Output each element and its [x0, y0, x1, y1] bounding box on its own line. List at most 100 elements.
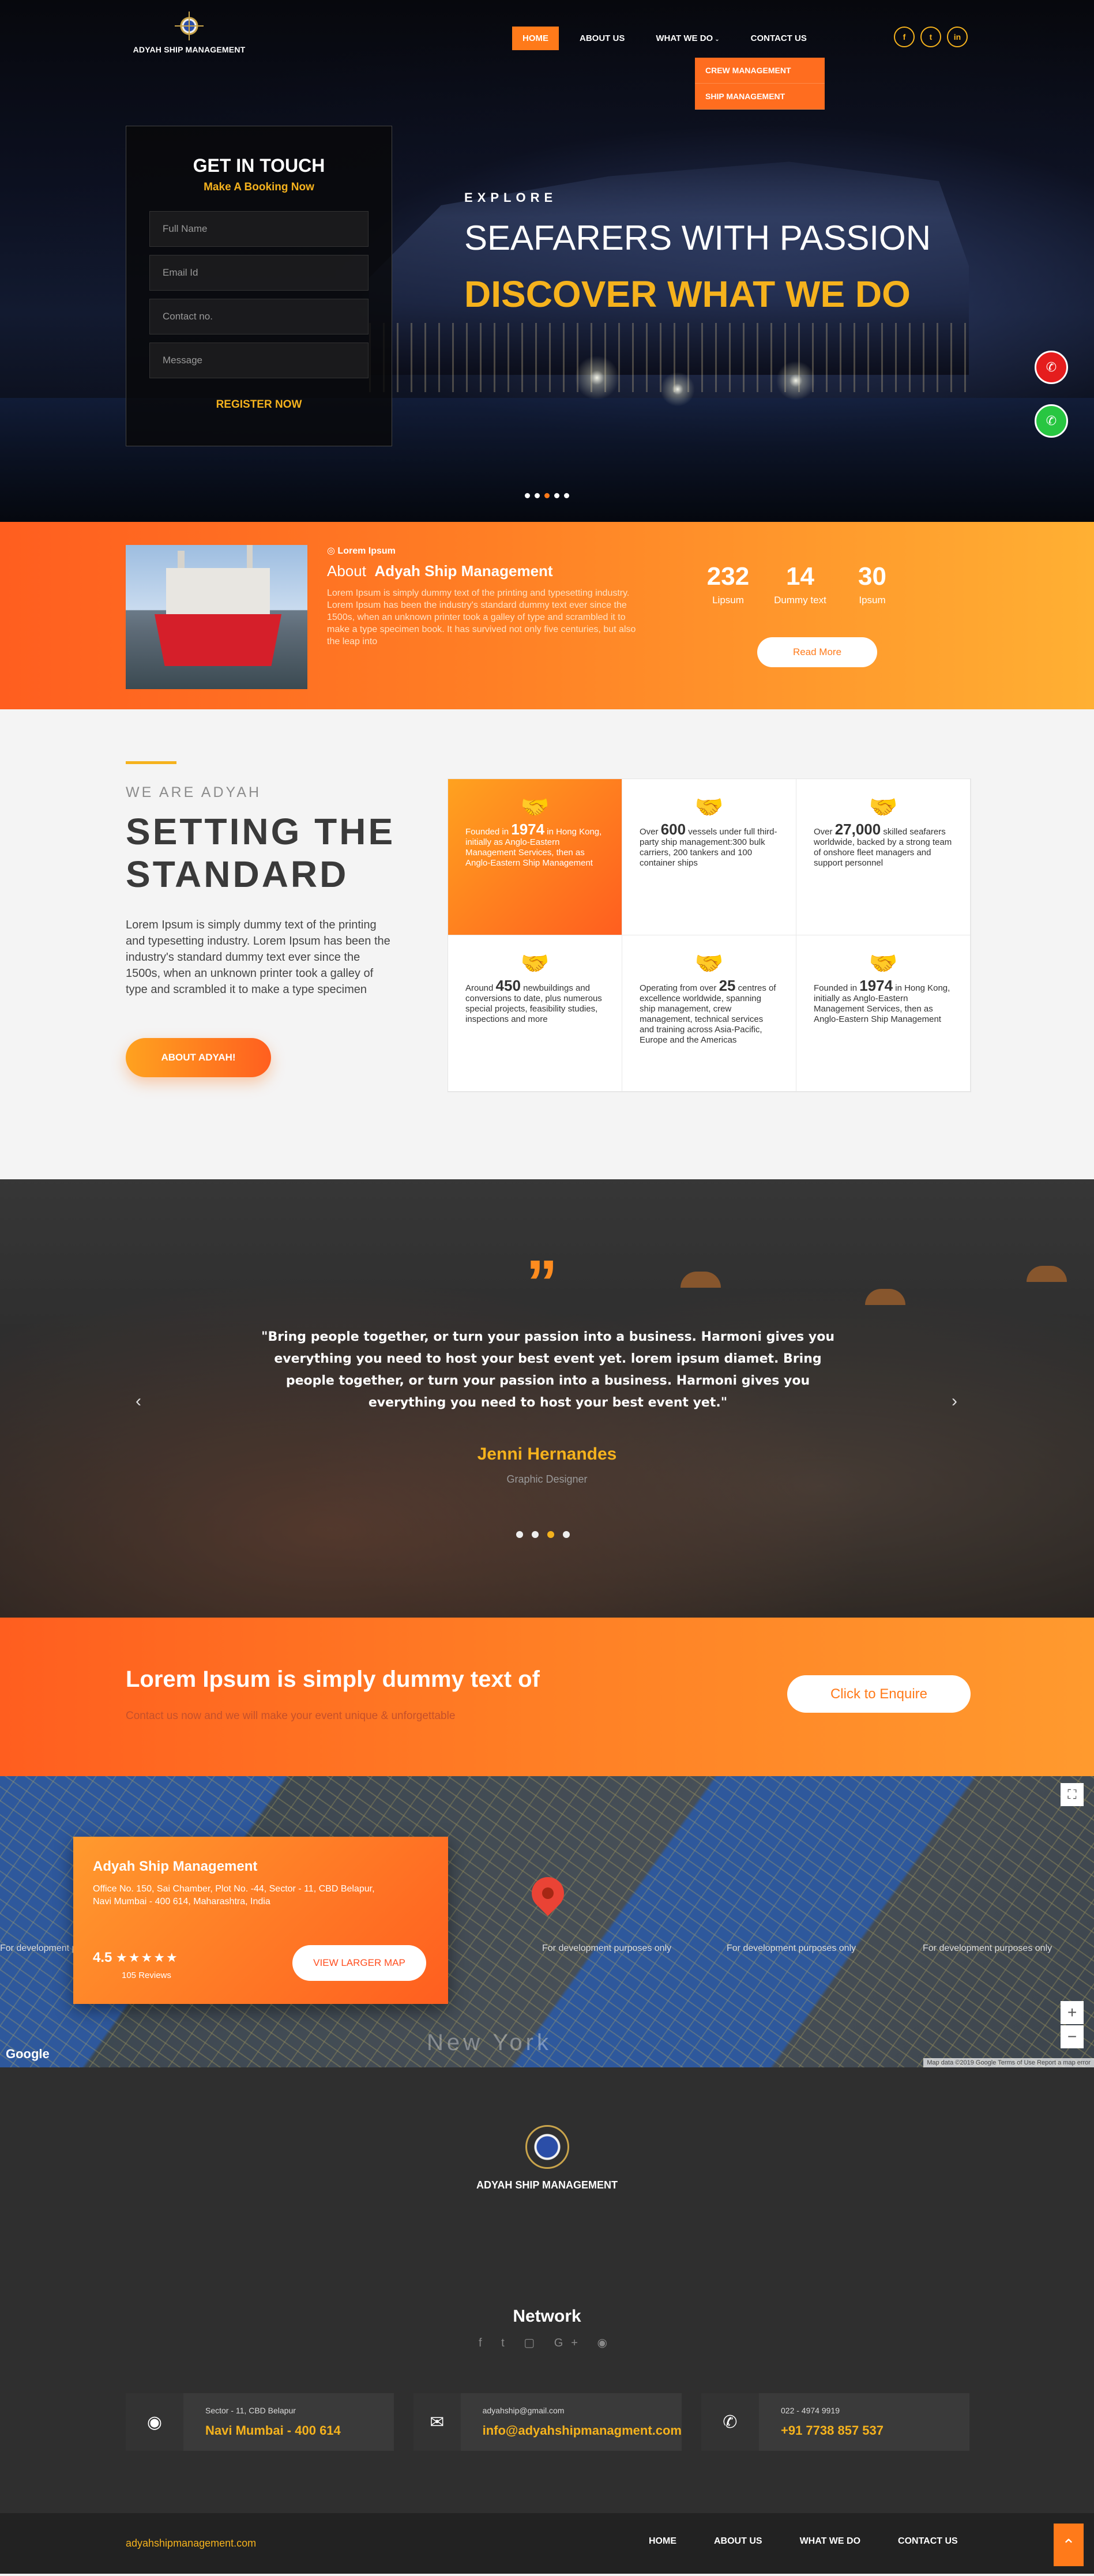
- feature-card: 🤝 Around 450 newbuildings and conversion…: [448, 935, 622, 1092]
- enquire-section: Lorem Ipsum is simply dummy text of Cont…: [0, 1618, 1094, 1776]
- slider-dot[interactable]: [563, 1531, 570, 1538]
- facebook-icon[interactable]: f: [479, 2337, 490, 2349]
- feature-card: 🤝 Founded in 1974 in Hong Kong, initiall…: [796, 935, 971, 1092]
- nav-what-we-do[interactable]: WHAT WE DO ⌄: [645, 27, 730, 50]
- slider-dot[interactable]: [535, 493, 540, 498]
- slider-dot[interactable]: [525, 493, 530, 498]
- google-logo: Google: [6, 2047, 50, 2061]
- about-description: Lorem Ipsum is simply dummy text of the …: [327, 588, 636, 646]
- slider-dot-active[interactable]: [544, 493, 550, 498]
- facebook-icon[interactable]: f: [894, 27, 915, 47]
- read-more-button[interactable]: Read More: [757, 637, 877, 667]
- rating-value: 4.5: [93, 1950, 112, 1965]
- map-dev-text: For development purposes only: [923, 1943, 1052, 1953]
- contact-field[interactable]: Contact no.: [149, 299, 369, 334]
- handshake-icon: 🤝: [869, 795, 898, 820]
- ship-superstructure: [166, 545, 270, 617]
- footer-social-icons: f t ▢ G+ ◉: [0, 2336, 1094, 2350]
- about-info: ◎ Lorem Ipsum About Adyah Ship Managemen…: [327, 545, 638, 648]
- chat-icon[interactable]: ▢: [524, 2337, 543, 2349]
- standard-title: SETTING THE STANDARD: [126, 810, 395, 896]
- hero-headline: SEAFARERS WITH PASSION: [464, 219, 931, 257]
- contact-line1[interactable]: 022 - 4974 9919: [781, 2406, 884, 2415]
- message-field[interactable]: Message: [149, 343, 369, 378]
- ship-wheel-logo-icon: [525, 2125, 569, 2169]
- footer-nav-about[interactable]: ABOUT US: [714, 2536, 762, 2547]
- register-button[interactable]: REGISTER NOW: [149, 398, 369, 411]
- map-reviews[interactable]: 105 Reviews: [122, 1970, 171, 1980]
- contact-line1[interactable]: adyahship@gmail.com: [483, 2406, 682, 2415]
- slider-dot[interactable]: [554, 493, 559, 498]
- card-pre: Over: [640, 827, 661, 837]
- contact-line1: Sector - 11, CBD Belapur: [205, 2406, 296, 2415]
- slider-dot[interactable]: [516, 1531, 523, 1538]
- view-larger-map-button[interactable]: VIEW LARGER MAP: [292, 1945, 426, 1981]
- ship-photo: [126, 545, 307, 689]
- nav-about[interactable]: ABOUT US: [569, 27, 635, 50]
- full-name-field[interactable]: Full Name: [149, 211, 369, 247]
- contact-line2: Navi Mumbai - 400 614: [205, 2423, 341, 2438]
- card-pre: Founded in: [465, 827, 512, 837]
- about-title: About Adyah Ship Management: [327, 562, 638, 580]
- testimonial-role: Graphic Designer: [506, 1473, 588, 1485]
- fullscreen-icon[interactable]: ⛶: [1061, 1783, 1084, 1806]
- footer-nav-home[interactable]: HOME: [649, 2536, 676, 2547]
- ship-hull: [155, 614, 281, 666]
- social-links: f t in: [894, 27, 968, 47]
- dropdown-ship-management[interactable]: SHIP MANAGEMENT: [695, 84, 825, 110]
- dropdown-crew-management[interactable]: CREW MANAGEMENT: [695, 58, 825, 84]
- form-subtitle: Make A Booking Now: [204, 181, 314, 193]
- card-pre: Operating from over: [640, 983, 719, 993]
- bottom-bar: adyahshipmanagement.com HOME ABOUT US WH…: [0, 2513, 1094, 2574]
- zoom-in-button[interactable]: +: [1061, 2001, 1084, 2024]
- site-url[interactable]: adyahshipmanagement.com: [126, 2537, 256, 2549]
- card-number: 600: [660, 821, 686, 838]
- twitter-icon[interactable]: t: [920, 27, 941, 47]
- standard-section: WE ARE ADYAH SETTING THE STANDARD Lorem …: [0, 709, 1094, 1179]
- card-number: 450: [495, 977, 521, 994]
- map-dev-text: For development purposes only: [542, 1943, 672, 1953]
- contact-line2[interactable]: +91 7738 857 537: [781, 2423, 884, 2438]
- slider-dot[interactable]: [564, 493, 569, 498]
- contact-phone: ✆ 022 - 4974 9919 +91 7738 857 537: [701, 2393, 969, 2451]
- enquire-button[interactable]: Click to Enquire: [787, 1675, 971, 1713]
- about-adyah-button[interactable]: ABOUT ADYAH!: [126, 1038, 271, 1077]
- twitter-icon[interactable]: t: [501, 2337, 513, 2349]
- form-title: GET IN TOUCH: [193, 155, 325, 176]
- map-attribution[interactable]: Map data ©2019 Google Terms of Use Repor…: [923, 2058, 1094, 2067]
- google-plus-icon[interactable]: G+: [554, 2337, 586, 2349]
- about-title-bold: Adyah Ship Management: [374, 562, 553, 580]
- star-rating-icon: ★★★★★: [116, 1950, 179, 1965]
- map-address: Office No. 150, Sai Chamber, Plot No. -4…: [93, 1884, 375, 1906]
- google-map[interactable]: For development purposes only For develo…: [0, 1776, 1094, 2067]
- hero-kicker: EXPLORE: [464, 190, 558, 205]
- footer-nav-what-we-do[interactable]: WHAT WE DO: [800, 2536, 860, 2547]
- stats: 232 Lipsum 14 Dummy text 30 Ipsum: [692, 562, 908, 606]
- instagram-icon[interactable]: ◉: [597, 2337, 615, 2349]
- standard-title-line2: STANDARD: [126, 853, 349, 895]
- slider-dot[interactable]: [532, 1531, 539, 1538]
- chevron-right-icon[interactable]: ›: [952, 1392, 957, 1411]
- footer-nav-contact[interactable]: CONTACT US: [898, 2536, 958, 2547]
- slider-dot-active[interactable]: [547, 1531, 554, 1538]
- card-pre: Founded in: [814, 983, 860, 993]
- testimonial-quote: "Bring people together, or turn your pas…: [261, 1330, 834, 1410]
- chevron-left-icon[interactable]: ‹: [136, 1392, 141, 1411]
- zoom-out-button[interactable]: −: [1061, 2025, 1084, 2048]
- footer-logo[interactable]: ADYAH SHIP MANAGEMENT: [0, 2125, 1094, 2191]
- handshake-icon: 🤝: [869, 951, 898, 976]
- footer-brand-name: ADYAH SHIP MANAGEMENT: [476, 2179, 618, 2191]
- email-field[interactable]: Email Id: [149, 255, 369, 291]
- linkedin-icon[interactable]: in: [947, 27, 968, 47]
- scroll-to-top-icon[interactable]: ⌃: [1054, 2524, 1084, 2566]
- nav-contact[interactable]: CONTACT US: [740, 27, 817, 50]
- card-pre: Around: [465, 983, 496, 993]
- map-info-card: Adyah Ship Management Office No. 150, Sa…: [73, 1837, 448, 2004]
- nav-home[interactable]: HOME: [512, 27, 559, 50]
- stat-value: 232: [706, 562, 750, 591]
- site-logo[interactable]: ADYAH SHIP MANAGEMENT: [126, 13, 253, 54]
- whatsapp-icon[interactable]: ✆: [1035, 404, 1068, 438]
- phone-call-icon[interactable]: ✆: [1035, 351, 1068, 384]
- contact-line2[interactable]: info@adyahshipmanagment.com: [483, 2423, 682, 2438]
- accent-divider: [126, 761, 176, 764]
